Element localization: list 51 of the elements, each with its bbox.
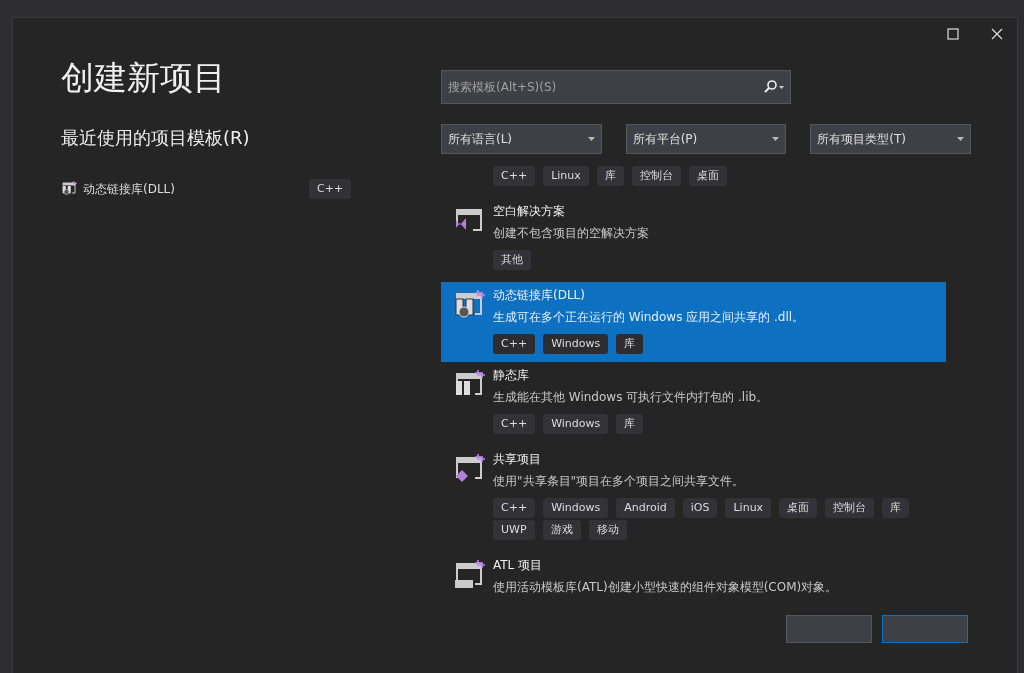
- template-description: 生成可在多个正在运行的 Windows 应用之间共享的 .dll。: [493, 309, 806, 326]
- template-item[interactable]: 静态库 生成能在其他 Windows 可执行文件内打包的 .lib。 C++ Windows 库: [441, 362, 946, 442]
- template-description: 使用"共享条目"项目在多个项目之间共享文件。: [493, 473, 746, 490]
- filter-dropdown[interactable]: 所有语言(L): [441, 124, 602, 154]
- tag: 游戏: [542, 520, 581, 540]
- template-item[interactable]: 动态链接库(DLL) 生成可在多个正在运行的 Windows 应用之间共享的 .dll。 C++ Windows 库: [441, 282, 946, 362]
- tag: 库: [616, 414, 644, 434]
- tag: Android: [616, 498, 675, 518]
- tag: C++: [493, 334, 536, 354]
- tag: 库: [596, 166, 624, 186]
- tag: C++: [493, 498, 536, 518]
- recent-heading: 最近使用的项目模板(R): [61, 125, 251, 150]
- template-item[interactable]: 共享项目 使用"共享条目"项目在多个项目之间共享文件。 C++ Windows Android iOS Linux 桌面 控制台 库 UWP 游戏 移动: [441, 446, 946, 548]
- caret-icon: [587, 137, 595, 141]
- caret-icon: [772, 137, 780, 141]
- tag: C++: [493, 166, 536, 186]
- template-title: ATL 项目: [493, 557, 544, 574]
- tag: Windows: [543, 498, 609, 518]
- tag: 桌面: [779, 498, 818, 518]
- template-description: 创建不包含项目的空解决方案: [493, 225, 650, 242]
- template-title: 共享项目: [493, 451, 542, 468]
- tag: UWP: [493, 520, 535, 540]
- tag: 移动: [588, 520, 627, 540]
- filter-dropdown[interactable]: 所有平台(P): [625, 124, 787, 154]
- template-item[interactable]: C++ Linux 库 控制台 桌面: [441, 166, 946, 194]
- tag: 控制台: [825, 498, 875, 518]
- template-description: 使用活动模板库(ATL)创建小型快速的组件对象模型(COM)对象。: [493, 579, 839, 596]
- tag: 库: [616, 334, 644, 354]
- caret-icon: [957, 137, 964, 141]
- tag: Windows: [543, 414, 609, 434]
- template-item[interactable]: 空白解决方案 创建不包含项目的空解决方案 其他: [441, 198, 946, 278]
- tag: 其他: [493, 250, 531, 270]
- tag: C++: [493, 414, 536, 434]
- tag: Windows: [543, 334, 609, 354]
- recent-template-link[interactable]: 动态链接库(DLL): [83, 179, 303, 198]
- template-title: 静态库: [493, 367, 530, 384]
- window-title: 创建新项目: [61, 58, 227, 98]
- template-description: 生成能在其他 Windows 可执行文件内打包的 .lib。: [493, 389, 770, 406]
- tag: iOS: [682, 498, 718, 518]
- template-item[interactable]: ATL 项目 使用活动模板库(ATL)创建小型快速的组件对象模型(COM)对象。: [441, 552, 946, 604]
- tag: 库: [882, 498, 910, 518]
- tag: Linux: [725, 498, 772, 518]
- search-icon: [763, 80, 785, 94]
- tag: C++: [309, 178, 352, 199]
- filter-dropdown[interactable]: 所有项目类型(T): [810, 124, 971, 154]
- tag: Linux: [543, 166, 589, 186]
- template-title: 空白解决方案: [493, 203, 566, 220]
- search-field[interactable]: 搜索模板(Alt+S)(S): [441, 70, 791, 104]
- template-title: 动态链接库(DLL): [493, 287, 586, 304]
- tag: 控制台: [631, 166, 681, 186]
- tag: 桌面: [688, 166, 727, 186]
